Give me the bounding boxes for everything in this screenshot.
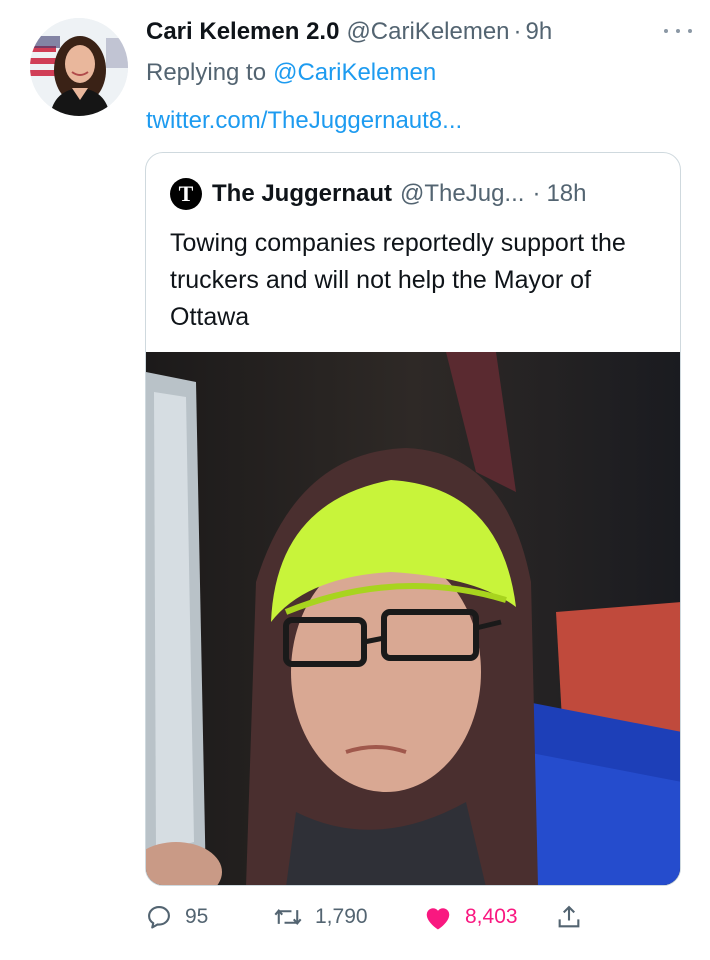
share-icon <box>558 905 580 928</box>
retweet-count: 1,790 <box>315 905 368 928</box>
author-avatar[interactable] <box>30 18 128 116</box>
reply-icon <box>148 906 170 929</box>
author-display-name[interactable]: Cari Kelemen 2.0 <box>146 18 339 46</box>
replying-to: Replying to @CariKelemen <box>146 56 436 90</box>
quoted-avatar-letter: T <box>178 181 194 206</box>
quoted-avatar[interactable]: T <box>170 178 202 210</box>
like-button[interactable]: 8,403 <box>423 896 518 938</box>
author-handle[interactable]: @CariKelemen <box>346 18 509 46</box>
tweet-timestamp[interactable]: 9h <box>526 18 553 46</box>
quoted-separator: · <box>532 180 541 207</box>
video-thumbnail-icon <box>146 352 680 885</box>
tweet-actions: 95 1,790 8,403 <box>145 896 685 938</box>
quoted-handle[interactable]: @TheJug... <box>400 180 524 208</box>
replying-to-handle[interactable]: @CariKelemen <box>273 59 436 87</box>
retweet-button[interactable]: 1,790 <box>273 896 368 938</box>
quoted-timestamp[interactable]: 18h <box>546 180 586 208</box>
tweet-header: Cari Kelemen 2.0 @CariKelemen · 9h <box>146 14 686 50</box>
quoted-tweet[interactable]: T The Juggernaut @TheJug... · 18h Towing… <box>145 152 681 886</box>
quoted-media[interactable] <box>146 352 680 885</box>
reply-count: 95 <box>185 905 209 928</box>
quoted-text: Towing companies reportedly support the … <box>170 229 626 331</box>
quoted-header: T The Juggernaut @TheJug... · 18h <box>170 177 586 211</box>
retweet-icon <box>274 909 302 925</box>
more-dots-icon[interactable] <box>664 22 692 40</box>
heart-icon <box>426 908 450 930</box>
replying-to-label: Replying to <box>146 59 267 86</box>
share-button[interactable] <box>555 896 595 938</box>
reply-button[interactable]: 95 <box>145 896 208 938</box>
profile-photo-icon <box>30 18 128 116</box>
quoted-display-name[interactable]: The Juggernaut <box>212 180 392 208</box>
like-count: 8,403 <box>465 905 518 928</box>
separator-dot: · <box>513 18 522 45</box>
tweet-link[interactable]: twitter.com/TheJuggernaut8... <box>146 104 462 138</box>
